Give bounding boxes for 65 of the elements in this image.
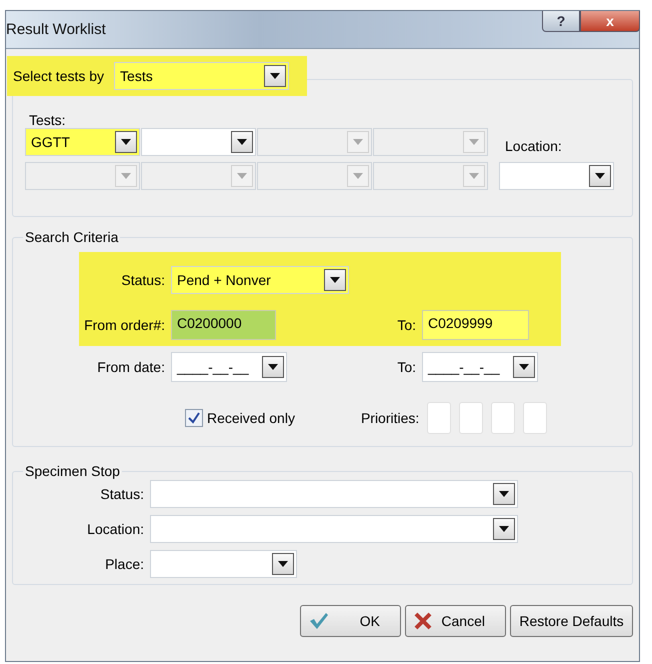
dropdown-arrow-icon (469, 173, 479, 179)
dropdown-arrow-icon (270, 73, 280, 79)
checkmark-icon (309, 612, 329, 630)
dropdown-arrow-icon (121, 139, 131, 145)
priority-field[interactable] (491, 402, 516, 434)
priority-field[interactable] (459, 402, 484, 434)
test-dropdown[interactable]: GGTT (25, 128, 140, 156)
priority-field[interactable] (427, 402, 452, 434)
dropdown-button[interactable] (493, 518, 515, 540)
dropdown-button[interactable] (231, 131, 253, 153)
dropdown-arrow-icon (237, 173, 247, 179)
dropdown-arrow-icon (237, 139, 247, 145)
help-button[interactable]: ? (542, 11, 580, 32)
dropdown-arrow-icon (353, 173, 363, 179)
checkmark-icon (188, 412, 200, 424)
dropdown-arrow-icon (595, 173, 605, 179)
dropdown-button[interactable] (589, 165, 611, 187)
dropdown-arrow-icon (499, 491, 509, 497)
close-button[interactable]: x (580, 11, 640, 32)
dropdown-button[interactable] (324, 269, 346, 291)
checkbox[interactable] (185, 409, 203, 427)
dropdown-arrow-icon (121, 173, 131, 179)
dropdown-arrow-icon (330, 277, 340, 283)
priorities-label: Priorities: (360, 410, 420, 426)
x-icon (414, 612, 432, 630)
ok-button[interactable]: OK (300, 605, 401, 637)
specimen-stop-heading: Specimen Stop (23, 463, 122, 479)
dropdown-button[interactable] (262, 356, 284, 378)
from-order-field[interactable]: C0200000 (171, 310, 276, 340)
location-label: Location: (505, 138, 563, 154)
from-date-picker[interactable]: ____-__-__ (171, 352, 287, 382)
to-order-label: To: (396, 317, 416, 333)
location-dropdown[interactable] (499, 162, 614, 190)
dropdown-arrow-icon (519, 364, 529, 370)
cancel-button[interactable]: Cancel (405, 605, 506, 637)
to-order-field[interactable]: C0209999 (422, 310, 529, 340)
priority-field[interactable] (523, 402, 548, 434)
dropdown-button[interactable] (513, 356, 535, 378)
window-title: Result Worklist (6, 21, 106, 38)
field-label: Location: (86, 521, 144, 537)
from-date-label: From date: (96, 359, 165, 375)
status-label: Status: (120, 272, 165, 288)
status-dropdown[interactable]: Pend + Nonver (171, 266, 349, 294)
select-tests-label: Select tests by (13, 68, 104, 84)
restore-defaults-button[interactable]: Restore Defaults (510, 605, 633, 637)
dropdown-button[interactable] (272, 553, 294, 575)
search-criteria-heading: Search Criteria (23, 229, 120, 245)
to-date-label: To: (396, 359, 416, 375)
tests-label: Tests: (29, 112, 67, 128)
dropdown-arrow-icon (469, 139, 479, 145)
dropdown-arrow-icon (353, 139, 363, 145)
dropdown-arrow-icon (499, 526, 509, 532)
field-label: Status: (99, 486, 144, 502)
received-only-label: Received only (207, 410, 295, 426)
select-tests-dropdown[interactable]: Tests (114, 62, 290, 90)
dropdown-arrow-icon (278, 561, 288, 567)
specimen-dropdown[interactable] (150, 550, 297, 578)
dropdown-arrow-icon (268, 364, 278, 370)
dropdown-button[interactable] (493, 483, 515, 505)
dropdown-button[interactable] (115, 131, 137, 153)
dropdown-button[interactable] (264, 65, 286, 87)
field-label: Place: (104, 556, 144, 572)
from-order-label: From order#: (83, 317, 165, 333)
to-date-picker[interactable]: ____-__-__ (422, 352, 538, 382)
test-dropdown[interactable] (141, 128, 256, 156)
